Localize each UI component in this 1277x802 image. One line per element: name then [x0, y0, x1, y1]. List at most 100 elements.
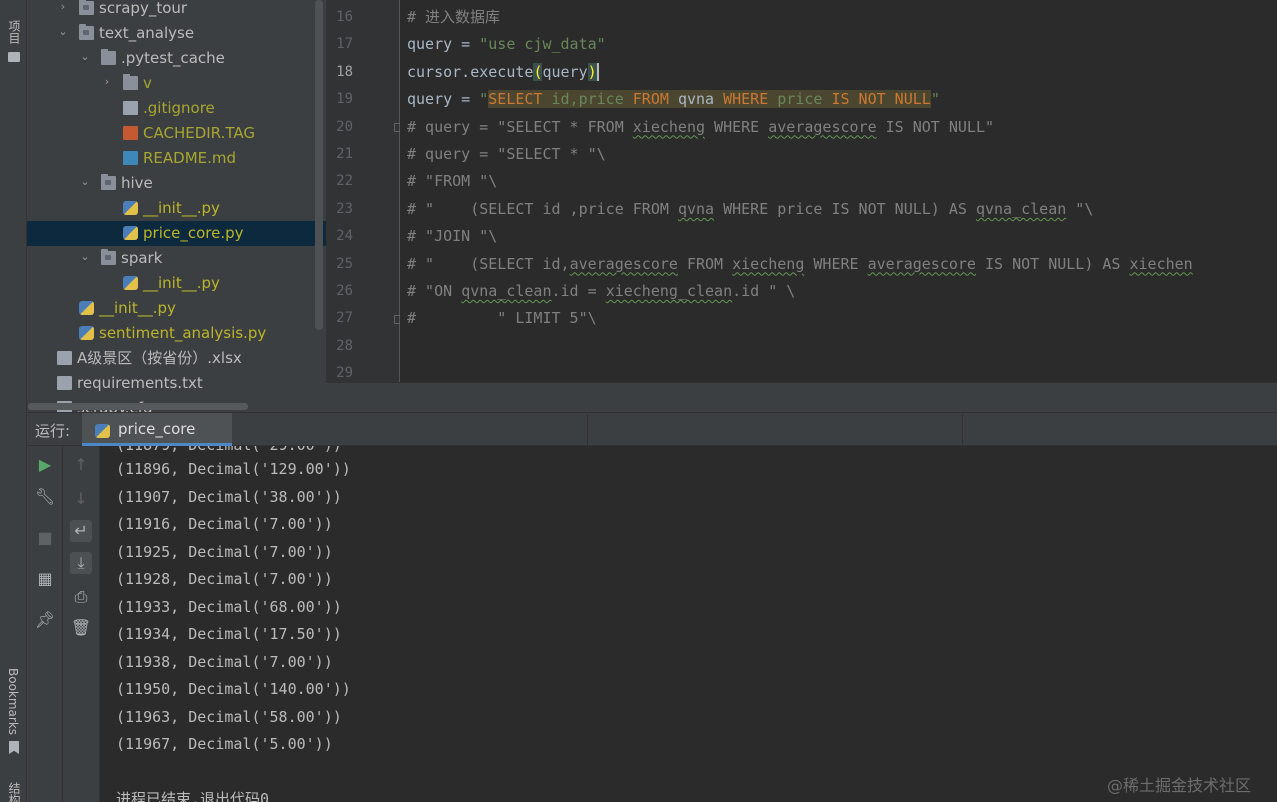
folder-icon — [8, 52, 20, 62]
line-number: 27 — [336, 310, 353, 327]
console-line: (11916, Decimal('7.00')) — [116, 515, 333, 533]
console-output[interactable]: (11879, Decimal('29.00'))(11896, Decimal… — [100, 446, 1277, 802]
tree-item-label: __init__.py — [143, 274, 220, 292]
pin-icon[interactable]: 📌︎ — [34, 609, 56, 631]
tree-item[interactable]: A级景区（按省份）.xlsx — [27, 346, 326, 371]
tree-item-label: spark — [121, 249, 163, 267]
code-token: IS NOT NULL) AS — [975, 254, 1130, 273]
header-separator — [587, 414, 588, 446]
chevron-right-icon[interactable]: › — [57, 0, 69, 14]
wrench-icon[interactable]: 🔧︎ — [34, 486, 56, 508]
code-token: qvna — [677, 90, 724, 109]
code-token: WHERE — [723, 90, 778, 109]
tag-file-icon — [123, 126, 138, 140]
tree-item-label: sentiment_analysis.py — [99, 324, 267, 342]
code-line: # " (SELECT id ,price FROM qvna WHERE pr… — [407, 196, 1093, 223]
line-number: 17 — [336, 36, 353, 53]
chevron-down-icon[interactable]: ⌄ — [79, 175, 91, 189]
tree-item-label: hive — [121, 174, 153, 192]
tree-item-label: __init__.py — [143, 199, 220, 217]
tree-item-label: text_analyse — [99, 24, 195, 42]
code-token: IS NOT NULL — [831, 90, 931, 109]
run-toolbar-secondary: ↑ ↓ ↵ ⤓ ⎙ 🗑︎ — [63, 446, 100, 802]
tree-item[interactable]: price_core.py — [27, 221, 326, 246]
tree-item[interactable]: __init__.py — [27, 196, 326, 221]
python-file-icon — [123, 201, 138, 215]
code-token: qvna_clean — [975, 199, 1067, 218]
folder-icon — [101, 249, 116, 265]
trash-icon[interactable]: 🗑︎ — [70, 617, 92, 639]
stop-icon[interactable]: ■ — [34, 527, 56, 549]
tree-item[interactable]: __init__.py — [27, 296, 326, 321]
tree-item[interactable]: README.md — [27, 146, 326, 171]
tree-item[interactable]: requirements.txt — [27, 371, 326, 396]
code-token: averagescore — [867, 254, 976, 273]
console-line: (11950, Decimal('140.00')) — [116, 680, 351, 698]
arrow-down-icon[interactable]: ↓ — [70, 488, 92, 510]
console-line: (11938, Decimal('7.00')) — [116, 652, 333, 671]
tree-item[interactable]: ⌄ .pytest_cache — [27, 46, 326, 71]
console-line: (11928, Decimal('7.00')) — [116, 570, 333, 588]
project-side-tab[interactable]: 项目 — [6, 20, 23, 44]
tree-item-label: A级景区（按省份）.xlsx — [77, 349, 242, 367]
console-line: (11963, Decimal('58.00')) — [116, 707, 342, 726]
layout-icon[interactable]: ▦ — [34, 568, 56, 590]
code-token: averagescore — [569, 254, 678, 273]
tree-item[interactable]: ⌄ spark — [27, 246, 326, 271]
console-line: (11934, Decimal('17.50')) — [116, 625, 342, 643]
tree-item[interactable]: CACHEDIR.TAG — [27, 121, 326, 146]
code-editor[interactable]: # 进入数据库 query = "use cjw_data" cursor.exec… — [400, 0, 1277, 382]
chevron-down-icon[interactable]: ⌄ — [57, 25, 69, 39]
console-line: 进程已结束,退出代码0 — [116, 790, 270, 802]
code-token: # 进入数据库 — [407, 8, 501, 26]
code-token: FROM — [677, 254, 733, 273]
bookmarks-side-tab[interactable]: Bookmarks — [6, 668, 20, 735]
chevron-down-icon[interactable]: ⌄ — [79, 50, 91, 64]
code-token: # "ON — [407, 282, 462, 300]
scroll-to-end-icon[interactable]: ⤓ — [70, 552, 92, 574]
tree-item[interactable]: › scrapy_tour — [27, 0, 326, 21]
tree-horizontal-scrollbar[interactable] — [28, 403, 248, 410]
code-token: ) — [587, 62, 597, 81]
file-icon — [57, 351, 72, 365]
code-token: qvna_clean — [461, 282, 552, 300]
tree-item[interactable]: sentiment_analysis.py — [27, 321, 326, 346]
tree-item[interactable]: .gitignore — [27, 96, 326, 121]
chevron-right-icon[interactable]: › — [101, 75, 113, 89]
tree-item[interactable]: ⌄ text_analyse — [27, 21, 326, 46]
tree-item-label: CACHEDIR.TAG — [143, 124, 255, 142]
tree-item[interactable]: › v — [27, 71, 326, 96]
python-file-icon — [123, 276, 138, 290]
tree-item[interactable]: __init__.py — [27, 271, 326, 296]
tree-item-label: .gitignore — [143, 99, 215, 117]
left-tool-strip: 项目 Bookmarks 结构 — [0, 0, 27, 802]
chevron-down-icon[interactable]: ⌄ — [79, 250, 91, 264]
tree-item[interactable]: ⌄ hive — [27, 171, 326, 196]
line-number: 23 — [336, 200, 353, 217]
code-line: # 进入数据库 — [407, 4, 500, 31]
code-token: price — [777, 90, 832, 109]
code-token: "use cjw_data" — [479, 35, 606, 54]
console-line: (11933, Decimal('68.00')) — [116, 597, 342, 616]
structure-side-tab[interactable]: 结构 — [6, 782, 23, 802]
folder-icon — [101, 174, 116, 190]
code-token: # " LIMIT 5"\ — [407, 309, 597, 328]
print-icon[interactable]: ⎙ — [70, 586, 92, 608]
code-line: # "ON qvna_clean.id = xiecheng_clean.id … — [407, 278, 795, 305]
code-token: # "JOIN "\ — [407, 227, 498, 246]
run-label: 运行: — [35, 422, 71, 440]
folder-icon — [79, 24, 94, 40]
soft-wrap-icon[interactable]: ↵ — [70, 520, 92, 542]
code-token: id,price — [551, 90, 633, 109]
file-icon — [57, 376, 72, 390]
line-number: 26 — [336, 283, 353, 299]
rerun-icon[interactable]: ▶ — [34, 454, 56, 476]
code-token: xiechen — [1129, 254, 1193, 273]
code-token: " — [479, 90, 489, 109]
tree-scrollbar[interactable] — [315, 0, 323, 330]
code-token: IS NOT NULL" — [876, 117, 995, 136]
text-caret — [596, 63, 599, 82]
arrow-up-icon[interactable]: ↑ — [70, 454, 92, 476]
code-token: # " (SELECT id, — [407, 254, 570, 273]
line-number: 16 — [336, 9, 353, 25]
